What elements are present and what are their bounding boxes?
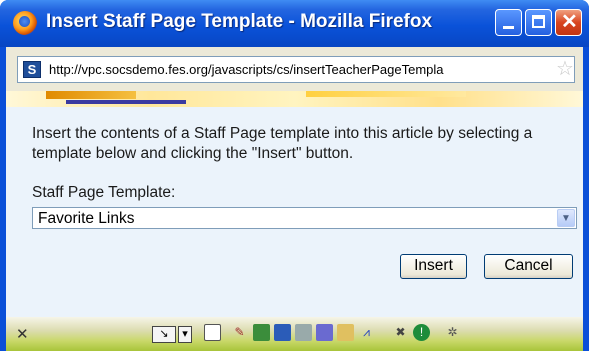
dialog-content: Insert the contents of a Staff Page temp… (6, 107, 583, 317)
dropdown-arrow-icon[interactable]: ▾ (178, 326, 192, 343)
firefox-icon (13, 11, 37, 35)
pointer-tool-icon[interactable]: ↘ (152, 326, 176, 343)
template-field-label: Staff Page Template: (32, 184, 176, 201)
instructions-text: Insert the contents of a Staff Page temp… (32, 125, 533, 162)
window-title: Insert Staff Page Template - Mozilla Fir… (46, 11, 433, 32)
undo-icon[interactable] (316, 324, 333, 341)
template-select-value: Favorite Links (38, 210, 135, 227)
url-field[interactable]: S http://vpc.socsdemo.fes.org/javascript… (17, 56, 575, 83)
site-favicon-icon: S (23, 61, 41, 78)
bottom-toolbar: ✕ ↘ ▾ ✎ ⩘ ✖ ! ✲ (6, 317, 583, 351)
template-select[interactable]: Favorite Links ▼ (32, 207, 577, 229)
info-icon[interactable]: ! (413, 324, 430, 341)
save-icon[interactable] (274, 324, 291, 341)
close-icon: ✕ (561, 11, 578, 33)
close-button[interactable]: ✕ (555, 9, 582, 36)
title-bar[interactable]: Insert Staff Page Template - Mozilla Fir… (0, 0, 589, 47)
new-page-icon[interactable] (204, 324, 221, 341)
globe-icon[interactable] (253, 324, 270, 341)
chevron-down-icon[interactable]: ▼ (557, 209, 575, 227)
page-header-decoration (6, 91, 583, 107)
toolbar-close-icon[interactable]: ✕ (16, 325, 29, 343)
url-text[interactable]: http://vpc.socsdemo.fes.org/javascripts/… (49, 62, 559, 77)
cancel-button[interactable]: Cancel (484, 254, 573, 279)
bookmark-star-icon[interactable]: ☆ (556, 59, 576, 79)
address-bar: S http://vpc.socsdemo.fes.org/javascript… (6, 47, 583, 91)
settings-icon[interactable]: ✲ (444, 324, 461, 341)
minimize-button[interactable] (495, 9, 522, 36)
chart-icon[interactable]: ⩘ (358, 324, 375, 341)
maximize-button[interactable] (525, 9, 552, 36)
minimize-icon (503, 26, 514, 29)
pen-icon[interactable]: ✎ (231, 324, 248, 341)
browser-window: Insert Staff Page Template - Mozilla Fir… (0, 0, 589, 351)
print-icon[interactable] (295, 324, 312, 341)
maximize-icon (532, 15, 545, 28)
image-icon[interactable] (337, 324, 354, 341)
insert-button[interactable]: Insert (400, 254, 467, 279)
tools-icon[interactable]: ✖ (392, 324, 409, 341)
